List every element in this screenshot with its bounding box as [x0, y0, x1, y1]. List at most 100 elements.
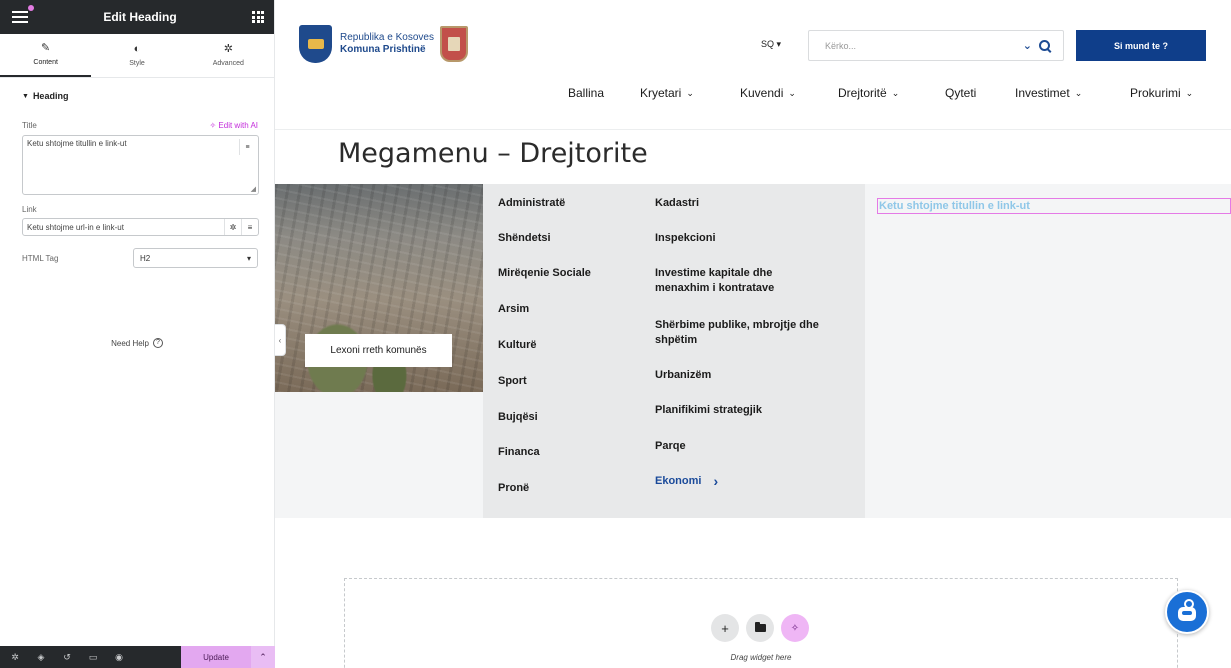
chevron-down-icon: ⌄	[1074, 87, 1083, 98]
nav-label: Investimet	[1015, 86, 1070, 100]
nav-label: Kryetari	[640, 86, 682, 100]
update-options-icon[interactable]: ⌃	[251, 646, 275, 668]
selected-heading-widget[interactable]: Ketu shtojme titullin e link-ut	[877, 198, 1231, 214]
link-options-gear-icon[interactable]: ✲	[224, 219, 241, 235]
nav-item-ballina[interactable]: Ballina	[568, 86, 604, 100]
elementor-editor: Edit Heading ✎ Content ◐ Style ✲ Advance…	[0, 0, 1231, 668]
page-title: Megamenu – Drejtorite	[338, 138, 648, 169]
dynamic-tags-icon[interactable]: ≡	[239, 139, 255, 155]
nav-label: Prokurimi	[1130, 86, 1181, 100]
link-label: Link	[22, 205, 37, 214]
link-kulture[interactable]: Kulturë	[498, 338, 537, 353]
link-urbanizem[interactable]: Urbanizëm	[655, 368, 711, 383]
link-administrate[interactable]: Administratë	[498, 196, 565, 211]
nav-label: Drejtoritë	[838, 86, 887, 100]
menu-icon[interactable]	[12, 5, 34, 23]
nav-item-kryetari[interactable]: Kryetari ⌄	[640, 86, 694, 100]
panel-footer: ✲ ◈ ↺ ▭ ◉ Update ⌃	[0, 646, 275, 668]
site-preview: Republika e Kosoves Komuna Prishtinë SQ …	[275, 0, 1231, 668]
read-about-button[interactable]: Lexoni rreth komunës	[305, 334, 452, 367]
link-planifikimi-strategjik[interactable]: Planifikimi strategjik	[655, 403, 762, 418]
settings-icon[interactable]: ✲	[4, 646, 26, 668]
section-heading-toggle[interactable]: ▼ Heading	[22, 26, 258, 101]
chevron-down-icon: ⌄	[788, 87, 796, 98]
folder-icon	[754, 622, 766, 632]
title-textarea[interactable]: Ketu shtojme titullin e link-ut ≡ ◢	[22, 135, 259, 195]
link-financa[interactable]: Financa	[498, 445, 540, 460]
edit-with-ai-label: Edit with AI	[218, 121, 258, 130]
link-parqe[interactable]: Parqe	[655, 439, 686, 454]
link-dynamic-tags-icon[interactable]: ≡	[241, 219, 258, 235]
link-input-value: Ketu shtojme url-in e link-ut	[27, 222, 124, 232]
link-sport[interactable]: Sport	[498, 374, 527, 389]
link-input[interactable]: Ketu shtojme url-in e link-ut ✲ ≡	[22, 218, 259, 236]
layers-icon[interactable]: ◈	[30, 646, 52, 668]
nav-item-prokurimi[interactable]: Prokurimi ⌄	[1130, 86, 1193, 100]
title-textarea-value: Ketu shtojme titullin e link-ut	[27, 139, 127, 148]
link-kadastri[interactable]: Kadastri	[655, 196, 699, 211]
panel-body: ▼ Heading Title ✧ Edit with AI Ketu shto…	[0, 26, 274, 634]
widget-drop-area[interactable]: + ✧ Drag widget here	[344, 578, 1178, 668]
widgets-grid-icon[interactable]	[252, 11, 264, 23]
link-prone[interactable]: Pronë	[498, 481, 529, 496]
html-tag-label: HTML Tag	[22, 253, 59, 263]
nav-label: Kuvendi	[740, 86, 784, 100]
help-circle-icon: ?	[152, 338, 163, 348]
nav-item-kuvendi[interactable]: Kuvendi ⌄	[740, 86, 796, 100]
nav-item-qyteti[interactable]: Qyteti	[945, 86, 976, 100]
edit-with-ai-link[interactable]: ✧ Edit with AI	[209, 121, 258, 130]
chevron-down-icon[interactable]: ⌄	[1023, 39, 1032, 52]
search-input[interactable]: Kërko... ⌄	[808, 30, 1064, 61]
nav-label: Qyteti	[945, 86, 977, 100]
drag-widget-hint: Drag widget here	[730, 653, 792, 662]
logo-line1: Republika e Kosoves	[340, 32, 434, 43]
main-nav: Ballina Kryetari ⌄ Kuvendi ⌄ Drejtoritë ⌄ Q…	[275, 86, 1231, 104]
title-label: Title	[22, 121, 37, 130]
city-aerial-image: Lexoni rreth komunës	[275, 184, 483, 392]
need-help-link[interactable]: Need Help ?	[0, 338, 274, 348]
link-shendetsi[interactable]: Shëndetsi	[498, 231, 551, 246]
notification-dot-icon	[28, 5, 34, 11]
logo-line2: Komuna Prishtinë	[340, 44, 426, 55]
link-inspekcioni[interactable]: Inspekcioni	[655, 231, 716, 246]
chevron-down-icon: ⌄	[686, 87, 694, 98]
link-ekonomi-label: Ekonomi	[655, 475, 702, 487]
search-placeholder: Kërko...	[825, 40, 857, 51]
nav-item-investimet[interactable]: Investimet ⌄	[1015, 86, 1082, 100]
link-mireqenie-sociale[interactable]: Mirëqenie Sociale	[498, 266, 591, 281]
chevron-down-icon: ⌄	[891, 87, 900, 98]
need-help-label: Need Help	[111, 338, 149, 348]
section-heading-label: Heading	[32, 91, 69, 101]
chevron-down-icon: ⌄	[1185, 87, 1194, 98]
chatbot-robot-icon[interactable]	[1165, 590, 1209, 634]
html-tag-value: H2	[140, 253, 151, 263]
link-bujqesi[interactable]: Bujqësi	[498, 410, 538, 425]
html-tag-select[interactable]: H2 ▾	[133, 248, 258, 268]
update-button[interactable]: Update	[181, 646, 251, 668]
link-ekonomi[interactable]: Ekonomi ›	[655, 474, 718, 489]
link-arsim[interactable]: Arsim	[498, 302, 529, 317]
responsive-icon[interactable]: ▭	[82, 646, 104, 668]
preview-eye-icon[interactable]: ◉	[108, 646, 130, 668]
history-icon[interactable]: ↺	[56, 646, 78, 668]
add-section-plus-icon[interactable]: +	[711, 614, 739, 642]
chevron-right-icon: ›	[713, 473, 719, 489]
help-cta-button[interactable]: Si mund te ?	[1076, 30, 1206, 61]
template-library-icon[interactable]	[746, 614, 774, 642]
resize-handle-icon[interactable]: ◢	[251, 185, 256, 193]
site-logo[interactable]: Republika e Kosoves Komuna Prishtinë	[299, 25, 468, 63]
directorates-columns: Administratë Shëndetsi Mirëqenie Sociale…	[483, 184, 865, 518]
editor-panel: Edit Heading ✎ Content ◐ Style ✲ Advance…	[0, 0, 275, 668]
link-investime-kapitale[interactable]: Investime kapitale dhe menaxhim i kontra…	[655, 266, 820, 296]
link-sherbime-publike[interactable]: Shërbime publike, mbrojtje dhe shpëtim	[655, 318, 835, 348]
caret-down-icon: ▼	[22, 92, 29, 100]
search-icon[interactable]	[1039, 39, 1051, 52]
site-header: Republika e Kosoves Komuna Prishtinë SQ …	[275, 0, 1231, 130]
ai-sparkle-icon[interactable]: ✧	[781, 614, 809, 642]
language-select[interactable]: SQ ▾	[761, 39, 781, 50]
megamenu-section: Lexoni rreth komunës Administratë Shënde…	[275, 184, 1231, 518]
collapse-panel-icon[interactable]: ‹	[275, 324, 286, 356]
prishtina-crest-icon	[439, 26, 468, 62]
nav-item-drejtorite[interactable]: Drejtoritë ⌄	[838, 86, 899, 100]
chevron-down-icon: ▾	[246, 253, 251, 263]
